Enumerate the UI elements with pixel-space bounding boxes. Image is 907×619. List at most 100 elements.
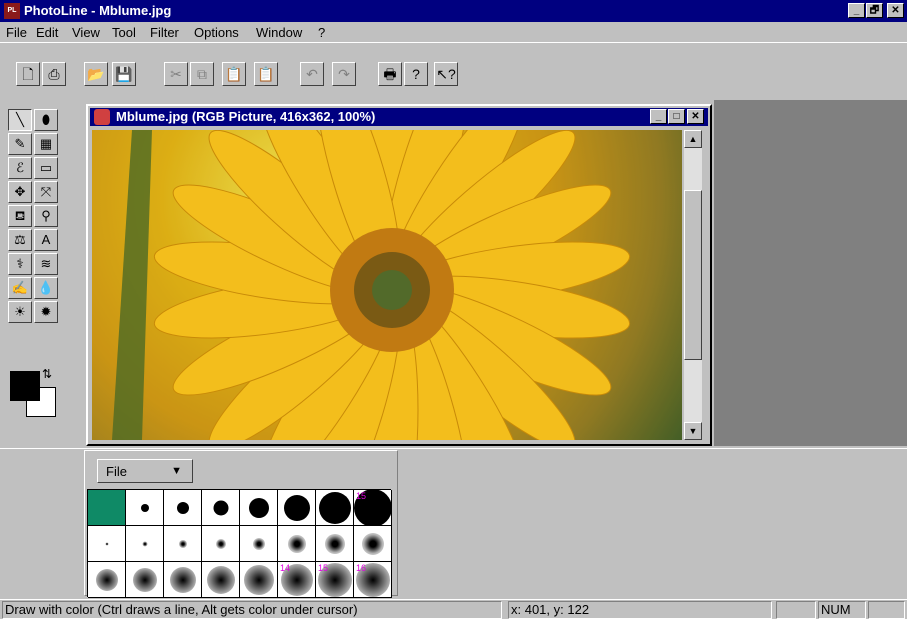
brush-tool-button[interactable]: ╲ [8, 109, 32, 131]
new-document-button[interactable]: 🗋 [16, 62, 40, 86]
transform-tool-button[interactable]: ⤧ [34, 181, 58, 203]
document-title-bar[interactable]: Mblume.jpg (RGB Picture, 416x362, 100%) … [90, 108, 708, 126]
menu-view[interactable]: View [72, 25, 100, 40]
rectangle-select-button[interactable]: ▭ [34, 157, 58, 179]
brush-cell[interactable] [202, 526, 240, 562]
brush-cell[interactable] [240, 490, 278, 526]
brush-size-label: 14 [280, 563, 291, 573]
blur-tool-button[interactable]: ≋ [34, 253, 58, 275]
brush-cell[interactable] [240, 526, 278, 562]
menu-help[interactable]: ? [318, 25, 325, 40]
paste-special-button[interactable]: 📋 [254, 62, 278, 86]
menu-window[interactable]: Window [256, 25, 302, 40]
brush-cell[interactable] [316, 526, 354, 562]
flower-image [92, 130, 682, 440]
save-disk-button[interactable]: 💾 [112, 62, 136, 86]
redo-button[interactable]: ↷ [332, 62, 356, 86]
eraser-tool-button[interactable]: ⬮ [34, 109, 58, 131]
brush-preview-shape [178, 539, 187, 548]
document-window: Mblume.jpg (RGB Picture, 416x362, 100%) … [86, 104, 712, 446]
redo-icon: ↷ [338, 66, 350, 82]
restore-button[interactable]: 🗗 [866, 3, 883, 18]
menu-edit[interactable]: Edit [36, 25, 58, 40]
brush-cell[interactable]: 15 [353, 488, 392, 527]
doc-maximize-button[interactable]: □ [668, 109, 685, 124]
brush-cell[interactable] [164, 526, 202, 562]
lighten-tool-button[interactable]: ☀ [8, 301, 32, 323]
brush-cell[interactable] [316, 490, 354, 526]
gradient-tool-button[interactable]: ▦ [34, 133, 58, 155]
fill-bucket-icon: ⛾ [14, 208, 26, 223]
menu-options[interactable]: Options [194, 25, 239, 40]
app-title-bar: PL PhotoLine - Mblume.jpg _ 🗗 ✕ [0, 0, 907, 22]
image-canvas[interactable] [92, 130, 682, 440]
brush-preview-shape [206, 565, 235, 594]
open-folder-button[interactable]: 📂 [84, 62, 108, 86]
cut-scissors-icon: ✂ [170, 66, 182, 82]
brush-cell[interactable] [240, 562, 278, 598]
brush-cell[interactable] [126, 562, 164, 598]
chevron-down-icon: ▼ [171, 465, 182, 477]
smudge-tool-button[interactable]: ⚕ [8, 253, 32, 275]
brush-cell[interactable] [126, 490, 164, 526]
paste-button[interactable]: 📋 [222, 62, 246, 86]
context-help-button[interactable]: ↖? [434, 62, 458, 86]
brush-cell[interactable] [88, 526, 126, 562]
stamp-tool-button[interactable]: ⚖ [8, 229, 32, 251]
minimize-button[interactable]: _ [848, 3, 865, 18]
brush-file-dropdown[interactable]: File ▼ [97, 459, 193, 483]
water-drop-tool-button[interactable]: 💧 [34, 277, 58, 299]
brush-cell[interactable] [202, 562, 240, 598]
doc-minimize-button[interactable]: _ [650, 109, 667, 124]
brush-cell[interactable] [354, 526, 392, 562]
status-bar: Draw with color (Ctrl draws a line, Alt … [0, 599, 907, 619]
scroll-thumb[interactable] [684, 190, 702, 360]
brush-preview-shape [248, 497, 269, 518]
menu-tool[interactable]: Tool [112, 25, 136, 40]
scan-button[interactable]: ⎙ [42, 62, 66, 86]
darken-tool-button[interactable]: ✹ [34, 301, 58, 323]
blur-tool-icon: ≋ [40, 256, 52, 271]
text-tool-button[interactable]: A [34, 229, 58, 251]
copy-button[interactable]: ⧉ [190, 62, 214, 86]
cut-scissors-button[interactable]: ✂ [164, 62, 188, 86]
print-icon: 🖶 [383, 66, 397, 82]
print-button[interactable]: 🖶 [378, 62, 402, 86]
brush-panel: File ▼ 15 14 15 16 [84, 450, 398, 598]
pen-tool-button[interactable]: ✎ [8, 133, 32, 155]
brush-cell[interactable] [88, 562, 126, 598]
fill-bucket-button[interactable]: ⛾ [8, 205, 32, 227]
brush-cell[interactable]: 16 [354, 562, 392, 598]
menu-filter[interactable]: Filter [150, 25, 179, 40]
swap-colors-icon[interactable]: ⇅ [42, 367, 56, 381]
brush-cell[interactable] [126, 526, 164, 562]
doc-close-button[interactable]: ✕ [687, 109, 704, 124]
undo-button[interactable]: ↶ [300, 62, 324, 86]
brush-cell[interactable] [164, 490, 202, 526]
brush-cell[interactable]: 15 [316, 562, 354, 598]
brush-cell[interactable] [278, 490, 316, 526]
photoline-app-icon[interactable]: PL [4, 3, 20, 19]
zoom-tool-button[interactable]: ⚲ [34, 205, 58, 227]
brush-preview-shape [105, 542, 108, 545]
vertical-scrollbar[interactable]: ▲ ▼ [684, 130, 702, 440]
brush-cell[interactable] [88, 490, 126, 526]
move-tool-icon: ✥ [14, 184, 26, 199]
brush-cell[interactable] [202, 490, 240, 526]
foreground-color-swatch[interactable] [10, 371, 40, 401]
menu-file[interactable]: File [6, 25, 27, 40]
help-button[interactable]: ? [404, 62, 428, 86]
brush-cell[interactable] [278, 526, 316, 562]
lasso-tool-button[interactable]: ℰ [8, 157, 32, 179]
scroll-down-button[interactable]: ▼ [684, 422, 702, 440]
close-button[interactable]: ✕ [887, 3, 904, 18]
brush-preview-shape [287, 534, 306, 553]
scroll-up-button[interactable]: ▲ [684, 130, 702, 148]
brush-preview-shape [243, 564, 274, 595]
brush-cell[interactable]: 14 [278, 562, 316, 598]
paste-icon: 📋 [225, 66, 243, 82]
brush-cell[interactable] [164, 562, 202, 598]
move-tool-button[interactable]: ✥ [8, 181, 32, 203]
copy-icon: ⧉ [197, 66, 207, 82]
sharpen-tool-button[interactable]: ✍ [8, 277, 32, 299]
